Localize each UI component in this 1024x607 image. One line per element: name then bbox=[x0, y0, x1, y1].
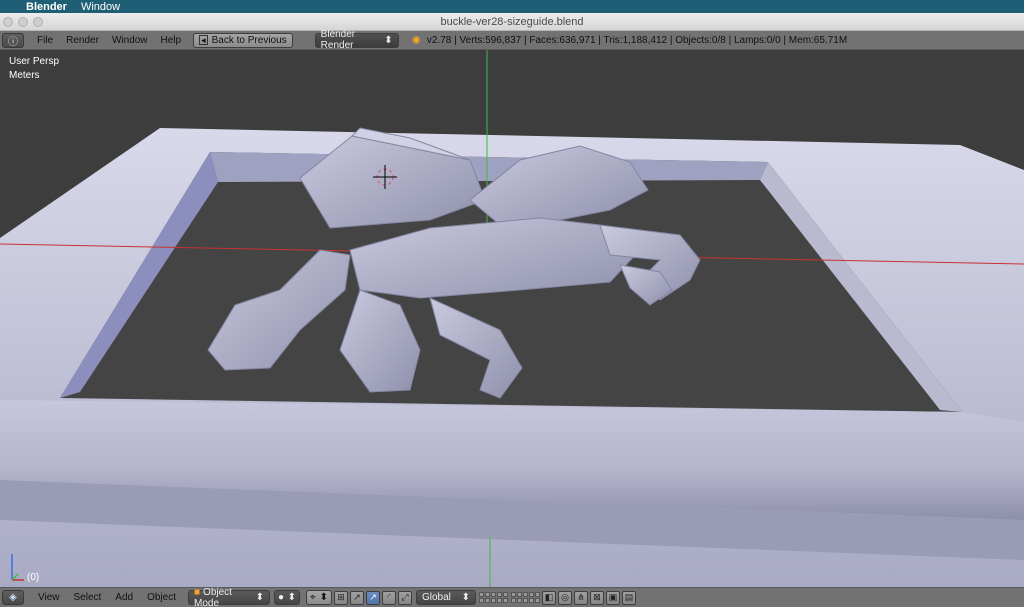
units-label: Meters bbox=[9, 70, 40, 81]
solid-shading-icon: ● bbox=[278, 592, 285, 603]
snap-element-select[interactable]: ⊠ bbox=[590, 590, 604, 605]
app-menu-blender[interactable]: Blender bbox=[26, 1, 67, 13]
back-to-previous-button[interactable]: ◂ Back to Previous bbox=[193, 32, 293, 48]
layer-button[interactable] bbox=[523, 598, 528, 603]
snap-toggle[interactable]: ⋔ bbox=[574, 590, 588, 605]
3d-view-icon: ◈ bbox=[9, 592, 17, 603]
transform-orientation-select[interactable]: Global ⬍ bbox=[416, 590, 476, 605]
opengl-render-image-button[interactable]: ▣ bbox=[606, 590, 620, 605]
scene-layers[interactable] bbox=[479, 592, 508, 603]
back-to-previous-label: Back to Previous bbox=[211, 34, 287, 46]
render-engine-select[interactable]: Blender Render ⬍ bbox=[314, 29, 399, 51]
scale-manipulator[interactable]: ⤢ bbox=[398, 590, 412, 605]
layer-button[interactable] bbox=[511, 592, 516, 597]
window-title: buckle-ver28-sizeguide.blend bbox=[440, 15, 584, 28]
manipulator-icon: ↗ bbox=[353, 592, 361, 602]
layer-button[interactable] bbox=[497, 592, 502, 597]
3d-viewport[interactable]: User Persp Meters (0) bbox=[0, 50, 1024, 587]
close-window-button[interactable] bbox=[3, 17, 13, 27]
layer-button[interactable] bbox=[485, 592, 490, 597]
menu-render[interactable]: Render bbox=[66, 35, 99, 46]
window-controls bbox=[3, 17, 43, 27]
opengl-render-animation-button[interactable]: ▤ bbox=[622, 590, 636, 605]
scene-layers-2[interactable] bbox=[511, 592, 540, 603]
layer-button[interactable] bbox=[517, 598, 522, 603]
orientation-label: Global bbox=[422, 592, 451, 603]
layer-button[interactable] bbox=[479, 598, 484, 603]
menu-window[interactable]: Window bbox=[81, 1, 120, 13]
dropdown-arrow-icon: ⬍ bbox=[255, 592, 264, 603]
manipulator-toggle[interactable]: ↗ bbox=[350, 590, 364, 605]
layer-button[interactable] bbox=[491, 598, 496, 603]
render-engine-label: Blender Render bbox=[320, 29, 356, 51]
dropdown-arrow-icon: ⬍ bbox=[287, 592, 296, 603]
scene-render bbox=[0, 50, 1024, 587]
back-icon: ◂ bbox=[199, 35, 208, 45]
menu-add[interactable]: Add bbox=[115, 592, 133, 603]
layer-button[interactable] bbox=[535, 592, 540, 597]
layer-button[interactable] bbox=[535, 598, 540, 603]
menu-window[interactable]: Window bbox=[112, 35, 148, 46]
menu-view[interactable]: View bbox=[38, 592, 60, 603]
dropdown-arrow-icon: ⬍ bbox=[384, 34, 393, 46]
dropdown-arrow-icon: ⬍ bbox=[461, 592, 470, 603]
layer-button[interactable] bbox=[503, 598, 508, 603]
camera-icon: ▣ bbox=[608, 592, 618, 602]
zoom-window-button[interactable] bbox=[33, 17, 43, 27]
layer-button[interactable] bbox=[523, 592, 528, 597]
proportional-edit-button[interactable]: ◎ bbox=[558, 590, 572, 605]
translate-manipulator[interactable]: ↗ bbox=[366, 590, 380, 605]
current-frame-label: (0) bbox=[27, 572, 40, 583]
object-cube-icon: ■ bbox=[194, 586, 201, 598]
3d-view-header: ◈ View Select Add Object ■ Object Mode ⬍ … bbox=[0, 587, 1024, 607]
blender-logo-icon: ✺ bbox=[411, 34, 421, 47]
mac-menubar: Blender Window bbox=[0, 0, 1024, 13]
layer-button[interactable] bbox=[517, 592, 522, 597]
layer-button[interactable] bbox=[479, 592, 484, 597]
proportional-icon: ◎ bbox=[561, 592, 569, 602]
layer-button[interactable] bbox=[485, 598, 490, 603]
dropdown-arrow-icon: ⬍ bbox=[319, 592, 328, 603]
menu-file[interactable]: File bbox=[37, 35, 53, 46]
rotate-manipulator[interactable]: ◜ bbox=[382, 590, 396, 605]
viewport-shading-select[interactable]: ● ⬍ bbox=[274, 590, 300, 605]
lock-icon: ◧ bbox=[544, 592, 554, 602]
editor-type-button[interactable]: ⓘ bbox=[2, 32, 24, 48]
layer-button[interactable] bbox=[503, 592, 508, 597]
minimize-window-button[interactable] bbox=[18, 17, 28, 27]
rotate-icon: ◜ bbox=[387, 592, 391, 602]
orientation-axes-icon bbox=[11, 554, 24, 581]
scale-icon: ⤢ bbox=[401, 592, 409, 602]
menu-select[interactable]: Select bbox=[74, 592, 102, 603]
interaction-mode-select[interactable]: ■ Object Mode ⬍ bbox=[188, 586, 270, 607]
film-icon: ▤ bbox=[624, 592, 634, 602]
layer-button[interactable] bbox=[529, 592, 534, 597]
view-name-label: User Persp bbox=[9, 56, 60, 67]
info-header: ⓘ File Render Window Help ◂ Back to Prev… bbox=[0, 29, 1024, 51]
limit-selection-button[interactable]: ⊞ bbox=[334, 590, 348, 605]
layer-button[interactable] bbox=[529, 598, 534, 603]
pivot-point-select[interactable]: ⌖ ⬍ bbox=[306, 590, 332, 605]
snap-grid-icon: ⊠ bbox=[593, 592, 601, 602]
magnet-icon: ⋔ bbox=[577, 592, 585, 602]
menu-help[interactable]: Help bbox=[161, 35, 182, 46]
pivot-icon: ⌖ bbox=[310, 592, 316, 603]
layer-button[interactable] bbox=[511, 598, 516, 603]
pivot-align-icon: ⊞ bbox=[337, 592, 345, 602]
layer-lock-button[interactable]: ◧ bbox=[542, 590, 556, 605]
translate-icon: ↗ bbox=[369, 592, 377, 602]
layer-button[interactable] bbox=[497, 598, 502, 603]
editor-type-button[interactable]: ◈ bbox=[2, 590, 24, 605]
scene-stats: v2.78 | Verts:596,837 | Faces:636,971 | … bbox=[426, 34, 848, 46]
menu-object[interactable]: Object bbox=[147, 592, 176, 603]
info-icon: ⓘ bbox=[8, 36, 18, 48]
window-titlebar: buckle-ver28-sizeguide.blend bbox=[0, 13, 1024, 31]
layer-button[interactable] bbox=[491, 592, 496, 597]
